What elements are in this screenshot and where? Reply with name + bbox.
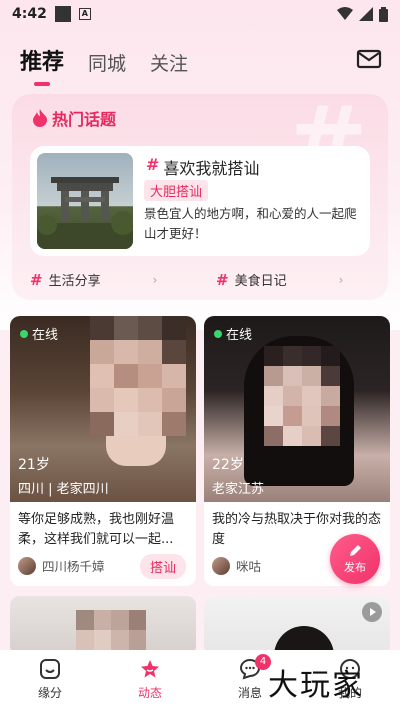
publish-label: 发布: [344, 561, 366, 574]
sub-topic-food[interactable]: # 美食日记 ›: [216, 270, 344, 290]
topic-name: # 喜欢我就搭讪: [146, 155, 259, 179]
sub-topic-label: 生活分享: [48, 274, 101, 289]
online-label: 在线: [226, 328, 253, 343]
online-indicator: 在线: [20, 324, 58, 343]
wifi-icon: [337, 7, 353, 20]
topic-tag: 大胆搭讪: [144, 180, 209, 201]
top-tabs: 推荐 同城 关注: [20, 44, 188, 76]
online-label: 在线: [32, 328, 59, 343]
user-photo: [10, 316, 196, 502]
feed-card[interactable]: 在线 21岁 四川 | 老家四川 等你足够成熟，我也刚好温柔，这样我们就可以一起…: [10, 316, 196, 586]
hot-topics-header: 热门话题: [32, 106, 116, 130]
chat-up-button[interactable]: 搭讪: [139, 554, 186, 579]
hash-icon: #: [30, 270, 43, 289]
nav-label: 消息: [237, 686, 262, 700]
user-age: 22岁: [212, 457, 244, 473]
post-caption: 等你足够成熟，我也刚好温柔，这样我们就可以一起...: [18, 512, 175, 547]
play-icon: [362, 602, 382, 622]
site-watermark: 大玩家: [268, 668, 364, 703]
poster-name: 四川杨千嫜: [42, 559, 105, 574]
nav-label: 缘分: [37, 686, 62, 700]
pixelated-face: [90, 316, 186, 436]
signal-icon: [359, 7, 373, 21]
pixelated-face: [264, 346, 340, 446]
status-bar: 4:42 A: [0, 0, 400, 28]
sub-topic-life[interactable]: # 生活分享 ›: [30, 270, 158, 290]
sub-topic-label: 美食日记: [234, 274, 287, 289]
nav-label: 动态: [137, 686, 162, 700]
topic-name-text: 喜欢我就搭讪: [163, 159, 260, 178]
tab-following[interactable]: 关注: [150, 49, 188, 76]
featured-topic[interactable]: # 喜欢我就搭讪 大胆搭讪 景色宜人的地方啊，和心爱的人一起爬山才更好！: [30, 146, 370, 256]
user-location: 老家江苏: [212, 482, 265, 497]
hot-topics-title: 热门话题: [52, 110, 117, 129]
hash-icon: #: [216, 270, 229, 289]
chevron-right-icon: ›: [152, 272, 158, 287]
chevron-right-icon: ›: [338, 272, 344, 287]
status-time: 4:42: [12, 6, 47, 22]
online-dot-icon: [20, 329, 28, 338]
feed-card[interactable]: [10, 596, 196, 656]
poster-info: 咪咕: [212, 556, 261, 575]
star-icon: [141, 660, 159, 678]
pixelated-face: [76, 610, 146, 650]
poster-name: 咪咕: [236, 559, 262, 574]
pencil-icon: [350, 545, 361, 556]
user-age: 21岁: [18, 457, 50, 473]
publish-button[interactable]: 发布: [330, 534, 380, 584]
avatar: [212, 556, 230, 575]
notification-icon: [54, 6, 71, 22]
hot-topics-card: # 热门话题 # 喜欢我就搭讪 大胆搭讪 景色宜人的地方啊，和心爱的: [12, 94, 388, 300]
flame-icon: [33, 109, 48, 127]
user-location: 四川 | 老家四川: [18, 482, 109, 497]
online-indicator: 在线: [214, 324, 252, 343]
battery-icon: [379, 6, 388, 22]
face-icon: [40, 659, 60, 679]
nav-fate[interactable]: 缘分: [15, 658, 85, 701]
a-icon: A: [78, 8, 91, 20]
poster-info: 四川杨千嫜: [18, 556, 105, 575]
hash-icon: #: [146, 155, 160, 174]
online-dot-icon: [214, 329, 222, 338]
topic-thumbnail: [37, 153, 133, 249]
mail-icon[interactable]: [356, 48, 382, 70]
feed-card[interactable]: [204, 596, 390, 656]
avatar: [18, 556, 36, 575]
nav-moments[interactable]: 动态: [115, 658, 185, 701]
topic-description: 景色宜人的地方啊，和心爱的人一起爬山才更好！: [144, 206, 357, 241]
tab-nearby[interactable]: 同城: [88, 49, 126, 76]
user-photo: [204, 316, 390, 502]
tab-recommend[interactable]: 推荐: [20, 44, 64, 76]
archway-image: [37, 177, 133, 249]
